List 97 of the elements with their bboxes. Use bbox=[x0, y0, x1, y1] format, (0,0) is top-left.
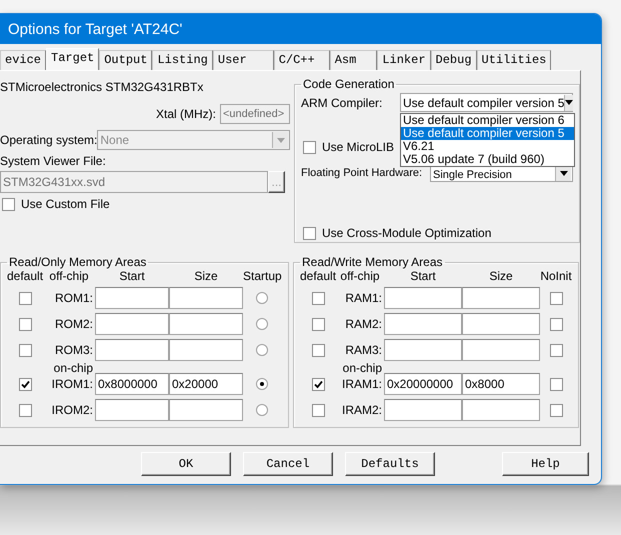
column-header: default bbox=[7, 269, 43, 283]
column-header: off-chip bbox=[339, 269, 381, 283]
checkbox[interactable] bbox=[550, 292, 562, 304]
device-name: STMicroelectronics STM32G431RBTx bbox=[0, 80, 204, 94]
dialog-button[interactable]: Help bbox=[502, 452, 589, 476]
dropdown-option[interactable]: Use default compiler version 6 bbox=[401, 114, 574, 127]
field-label: ARM Compiler: bbox=[301, 96, 382, 110]
area-label: IROM2: bbox=[50, 403, 94, 417]
start-field[interactable] bbox=[95, 339, 169, 361]
checkbox[interactable] bbox=[18, 292, 32, 304]
tab[interactable]: Target bbox=[46, 48, 100, 71]
checkbox-label: Use MicroLIB bbox=[322, 140, 394, 154]
tab[interactable]: Listing bbox=[152, 50, 213, 70]
size-field[interactable] bbox=[169, 313, 243, 335]
column-header: default bbox=[300, 269, 336, 283]
checkbox[interactable] bbox=[550, 404, 562, 416]
area-label: RAM2: bbox=[344, 317, 383, 331]
checkbox-label: Use Custom File bbox=[21, 197, 110, 211]
checkbox[interactable] bbox=[18, 404, 32, 416]
checkbox[interactable] bbox=[550, 318, 562, 330]
tab[interactable]: User bbox=[212, 50, 274, 70]
start-field[interactable] bbox=[384, 399, 462, 421]
tab[interactable]: Output bbox=[99, 50, 152, 70]
size-field[interactable]: 0x20000 bbox=[169, 373, 243, 395]
column-header: off-chip bbox=[48, 269, 90, 283]
radio-button[interactable] bbox=[256, 344, 268, 356]
checkbox[interactable] bbox=[312, 378, 324, 390]
size-field[interactable] bbox=[462, 339, 540, 361]
checkbox[interactable] bbox=[18, 378, 32, 390]
start-field[interactable] bbox=[384, 287, 462, 309]
field-label: Operating system: bbox=[0, 133, 98, 147]
dialog-button[interactable]: Cancel bbox=[242, 452, 333, 476]
size-field[interactable] bbox=[462, 287, 540, 309]
checkbox[interactable] bbox=[550, 344, 562, 356]
area-label: ROM3: bbox=[54, 343, 94, 357]
window-title: Options for Target 'AT24C' bbox=[0, 14, 601, 44]
size-field[interactable] bbox=[169, 339, 243, 361]
tab[interactable]: Asm bbox=[330, 50, 378, 70]
size-field[interactable] bbox=[169, 399, 243, 421]
radio-button[interactable] bbox=[256, 404, 268, 416]
start-field[interactable] bbox=[384, 313, 462, 335]
area-label: RAM1: bbox=[344, 291, 383, 305]
tab[interactable]: Debug bbox=[430, 50, 477, 70]
checkbox[interactable] bbox=[550, 378, 562, 390]
area-label: RAM3: bbox=[344, 343, 383, 357]
dropdown-option[interactable]: V6.21 bbox=[401, 140, 574, 153]
checkbox[interactable] bbox=[312, 404, 324, 416]
section-label: on-chip bbox=[52, 361, 94, 375]
field-label: Xtal (MHz): bbox=[156, 107, 216, 121]
start-field[interactable]: 0x8000000 bbox=[95, 373, 169, 395]
field-label: System Viewer File: bbox=[0, 154, 107, 168]
area-label: ROM1: bbox=[54, 291, 94, 305]
tab[interactable]: Utilities bbox=[476, 50, 552, 70]
checkbox[interactable] bbox=[2, 198, 15, 210]
column-header: NoInit bbox=[540, 269, 572, 283]
group-title: Read/Only Memory Areas bbox=[8, 255, 148, 269]
dropdown-option[interactable]: Use default compiler version 5 bbox=[401, 127, 574, 140]
area-label: ROM2: bbox=[54, 317, 94, 331]
dialog-button[interactable]: OK bbox=[141, 452, 231, 476]
start-field[interactable] bbox=[95, 399, 169, 421]
start-field[interactable] bbox=[384, 339, 462, 361]
start-field[interactable]: 0x20000000 bbox=[384, 373, 462, 395]
checkbox[interactable] bbox=[312, 318, 324, 330]
tab[interactable]: evice bbox=[0, 50, 46, 70]
size-field[interactable] bbox=[169, 287, 243, 309]
area-label: IROM1: bbox=[50, 377, 94, 391]
checkbox[interactable] bbox=[303, 226, 316, 240]
dropdown-option[interactable]: V5.06 update 7 (build 960) bbox=[401, 153, 574, 166]
checkbox[interactable] bbox=[312, 292, 324, 304]
size-field[interactable]: 0x8000 bbox=[462, 373, 540, 395]
size-field[interactable] bbox=[462, 313, 540, 335]
start-field[interactable] bbox=[95, 313, 169, 335]
group-title: Code Generation bbox=[302, 77, 396, 91]
radio-button[interactable] bbox=[256, 292, 268, 304]
section-label: on-chip bbox=[342, 361, 383, 375]
area-label: IRAM2: bbox=[340, 403, 383, 417]
tab[interactable]: Linker bbox=[377, 50, 431, 70]
column-header: Size bbox=[488, 269, 514, 283]
checkbox[interactable] bbox=[312, 344, 324, 356]
checkbox[interactable] bbox=[18, 344, 32, 356]
dialog-button[interactable]: Defaults bbox=[344, 452, 435, 476]
field-label: Floating Point Hardware: bbox=[301, 167, 422, 179]
start-field[interactable] bbox=[95, 287, 169, 309]
column-header: Start bbox=[118, 269, 146, 283]
tab[interactable]: C/C++ bbox=[274, 50, 330, 70]
checkbox-label: Use Cross-Module Optimization bbox=[322, 226, 492, 240]
column-header: Startup bbox=[243, 269, 282, 283]
radio-button[interactable] bbox=[256, 378, 268, 390]
checkbox[interactable] bbox=[18, 318, 32, 330]
compiler-dropdown[interactable]: Use default compiler version 5 bbox=[400, 93, 573, 112]
column-header: Size bbox=[193, 269, 219, 283]
checkbox[interactable] bbox=[303, 140, 316, 154]
radio-button[interactable] bbox=[256, 318, 268, 330]
size-field[interactable] bbox=[462, 399, 540, 421]
column-header: Start bbox=[409, 269, 437, 283]
group-title: Read/Write Memory Areas bbox=[301, 255, 444, 269]
area-label: IRAM1: bbox=[340, 377, 383, 391]
